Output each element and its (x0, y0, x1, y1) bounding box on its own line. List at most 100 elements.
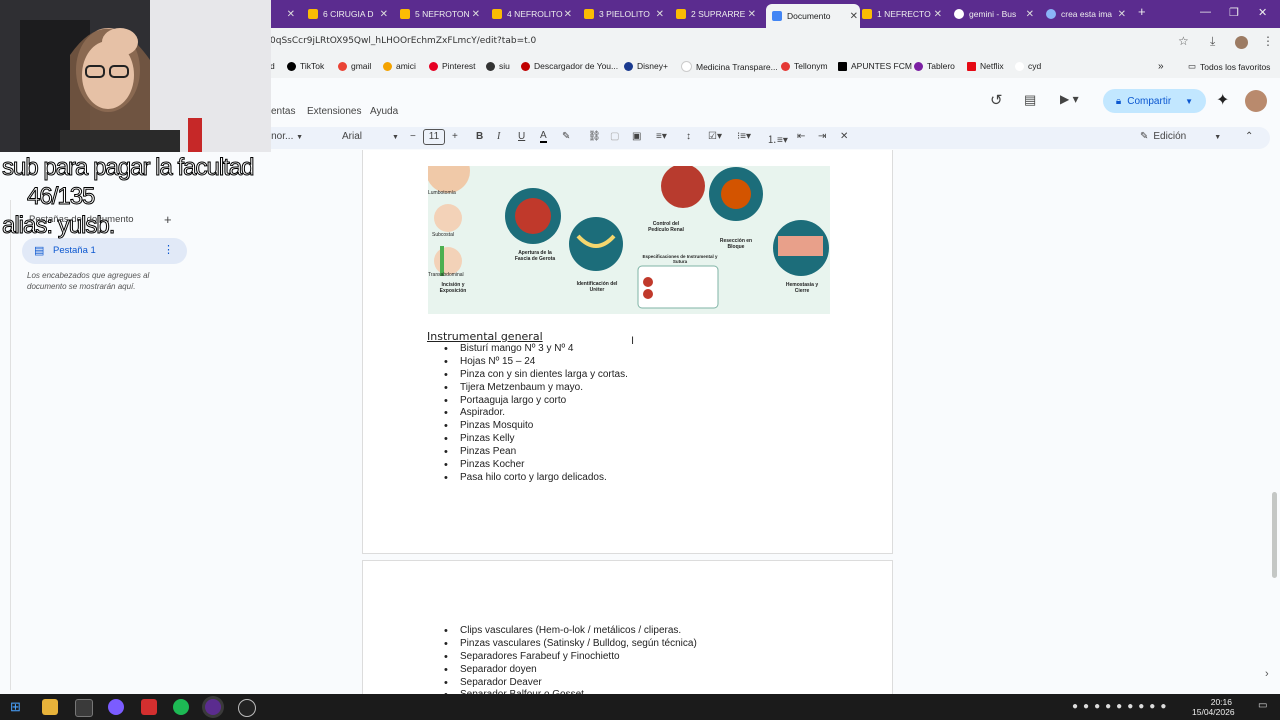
youtube-icon (521, 61, 530, 71)
star-icon[interactable]: ☆ (1178, 34, 1189, 48)
browser-tab[interactable]: 5 NEFROTON ✕ (400, 4, 482, 24)
netflix-icon (967, 61, 976, 71)
browser-tab[interactable]: 1 NEFRECTO ✕ (862, 4, 944, 24)
gemini-sparkle-icon[interactable]: ✦ (1216, 90, 1229, 110)
browser-tab[interactable]: gemini - Bus ✕ (954, 4, 1036, 24)
bookmark[interactable]: Descargador de You... (521, 61, 618, 71)
menu-extensiones[interactable]: Extensiones (307, 106, 361, 117)
list-item: Pinzas Pean (444, 446, 628, 459)
bookmark[interactable]: Pinterest (429, 61, 476, 71)
bookmark[interactable]: TikTok (287, 61, 324, 71)
highlight-icon[interactable]: ✎ (562, 131, 570, 142)
font-select[interactable]: Arial ▼ (342, 131, 399, 142)
history-icon[interactable]: ↺ (990, 91, 1003, 109)
all-bookmarks-folder[interactable]: ▭ Todos los favoritos (1188, 61, 1270, 72)
align-icon[interactable]: ≡▾ (656, 131, 667, 142)
bookmark[interactable]: Disney+ (624, 61, 668, 71)
checklist-icon[interactable]: ☑▾ (708, 131, 722, 142)
add-tab-button[interactable]: + (164, 212, 172, 227)
bookmark[interactable]: Tellonym (781, 61, 828, 71)
add-comment-icon[interactable]: ▢ (610, 131, 619, 142)
italic-button[interactable]: I (497, 131, 500, 142)
file-explorer-icon[interactable] (42, 699, 58, 715)
scrollbar-thumb[interactable] (1272, 492, 1277, 578)
font-size-increase[interactable]: + (452, 131, 458, 142)
bookmark[interactable]: amici (383, 61, 416, 71)
share-dropdown-icon[interactable]: ▼ (1185, 97, 1193, 106)
app-icon[interactable] (108, 699, 124, 715)
download-icon[interactable]: ⤓ (1210, 34, 1215, 49)
chrome-icon[interactable] (205, 699, 221, 715)
clock-date[interactable]: 15/04/2026 (1192, 707, 1235, 717)
text-color-button[interactable]: A (540, 131, 547, 143)
share-button[interactable]: 🔒︎ Compartir ▼ (1103, 89, 1206, 113)
list-item: Separador Deaver (444, 677, 697, 690)
browser-tab[interactable]: 4 NEFROLITO ✕ (492, 4, 574, 24)
app-icon[interactable] (238, 699, 256, 717)
clear-format-icon[interactable]: ✕ (840, 131, 848, 142)
tiktok-icon (287, 61, 296, 71)
bold-button[interactable]: B (476, 131, 483, 142)
numbered-list-icon[interactable]: ⒈≡▾ (767, 131, 788, 146)
font-size-decrease[interactable]: − (410, 131, 416, 142)
app-icon[interactable] (141, 699, 157, 715)
increase-indent-icon[interactable]: ⇥ (818, 131, 826, 142)
system-tray-icons[interactable]: ●●●●●●●●● (1072, 701, 1171, 712)
surgery-infographic-image[interactable]: Lumbotomía Subcostal Transabdominal Inci… (428, 166, 830, 314)
spotify-icon[interactable] (173, 699, 189, 715)
drive-icon (400, 9, 410, 19)
list-item: Aspirador. (444, 407, 628, 420)
list-item: Clips vasculares (Hem-o-lok / metálicos … (444, 625, 697, 638)
lock-icon: 🔒︎ (1115, 95, 1122, 107)
outline-hint: Los encabezados que agregues al document… (27, 271, 150, 291)
bookmark[interactable]: gmail (338, 61, 371, 71)
new-tab-button[interactable]: + (1138, 4, 1146, 19)
editing-mode-select[interactable]: ✎ Edición ▼ (1140, 131, 1221, 142)
comment-icon[interactable]: ▤ (1024, 92, 1036, 108)
clock-time[interactable]: 20:16 (1198, 697, 1232, 707)
bookmark[interactable]: cyd (1015, 61, 1041, 71)
menu-herramientas[interactable]: entas (271, 106, 295, 117)
line-spacing-icon[interactable]: ↕ (686, 131, 691, 142)
windows-start-icon[interactable]: ⊞ (10, 699, 26, 715)
browser-tab[interactable]: crea esta ima ✕ (1046, 4, 1128, 24)
font-size-input[interactable]: 11 (423, 129, 445, 145)
tab-close-prev[interactable]: ✕ (283, 4, 295, 24)
expand-panel-icon[interactable]: › (1265, 668, 1269, 680)
bookmark[interactable]: APUNTES FCM (838, 61, 912, 71)
vertical-ruler (10, 200, 11, 690)
minimize-icon[interactable]: — (1200, 6, 1211, 18)
bookmark[interactable]: Netflix (967, 61, 1004, 71)
document-page: Lumbotomía Subcostal Transabdominal Inci… (362, 150, 893, 554)
bulleted-list-icon[interactable]: ⁝≡▾ (737, 131, 751, 142)
drive-icon (492, 9, 502, 19)
notification-icon[interactable]: ▭ (1258, 700, 1267, 711)
tab-options-icon[interactable]: ⋮ (163, 243, 174, 256)
underline-button[interactable]: U (518, 131, 525, 142)
more-bookmarks-icon[interactable]: » (1158, 61, 1164, 72)
insert-image-icon[interactable]: ▣ (632, 131, 641, 142)
browser-tab[interactable]: 2 SUPRARRE ✕ (676, 4, 758, 24)
url-field[interactable]: 0qSsCcr9jLRtOX95Qwl_hLHOOrEchmZxFLmcY/ed… (270, 36, 536, 46)
link-icon[interactable]: ⛓ (588, 131, 601, 142)
bookmark[interactable]: siu (486, 61, 510, 71)
browser-tab[interactable]: 3 PIELOLITO ✕ (584, 4, 666, 24)
meet-icon[interactable]: ▶ ▾ (1060, 92, 1079, 106)
decrease-indent-icon[interactable]: ⇤ (797, 131, 805, 142)
bookmark[interactable]: Medicina Transpare... (681, 61, 778, 72)
bookmark[interactable]: Tablero (914, 61, 955, 71)
document-page: Clips vasculares (Hem-o-lok / metálicos … (362, 560, 893, 702)
account-avatar[interactable] (1245, 90, 1267, 112)
menu-dots-icon[interactable]: ⋮ (1262, 34, 1274, 48)
menu-ayuda[interactable]: Ayuda (370, 106, 398, 117)
browser-tab[interactable]: 6 CIRUGIA D ✕ (308, 4, 390, 24)
close-window-icon[interactable]: ✕ (1258, 6, 1267, 19)
restore-icon[interactable]: ❐ (1229, 6, 1239, 19)
infographic-svg (428, 166, 830, 314)
folder-icon: ▭ (1188, 61, 1197, 71)
profile-avatar[interactable] (1235, 36, 1248, 49)
calculator-icon[interactable] (75, 699, 93, 717)
document-tab-item[interactable]: ▤ Pestaña 1 ⋮ (22, 238, 187, 264)
browser-tab-active[interactable]: Documento ✕ (766, 4, 860, 28)
collapse-toolbar-icon[interactable]: ⌃ (1245, 131, 1253, 142)
